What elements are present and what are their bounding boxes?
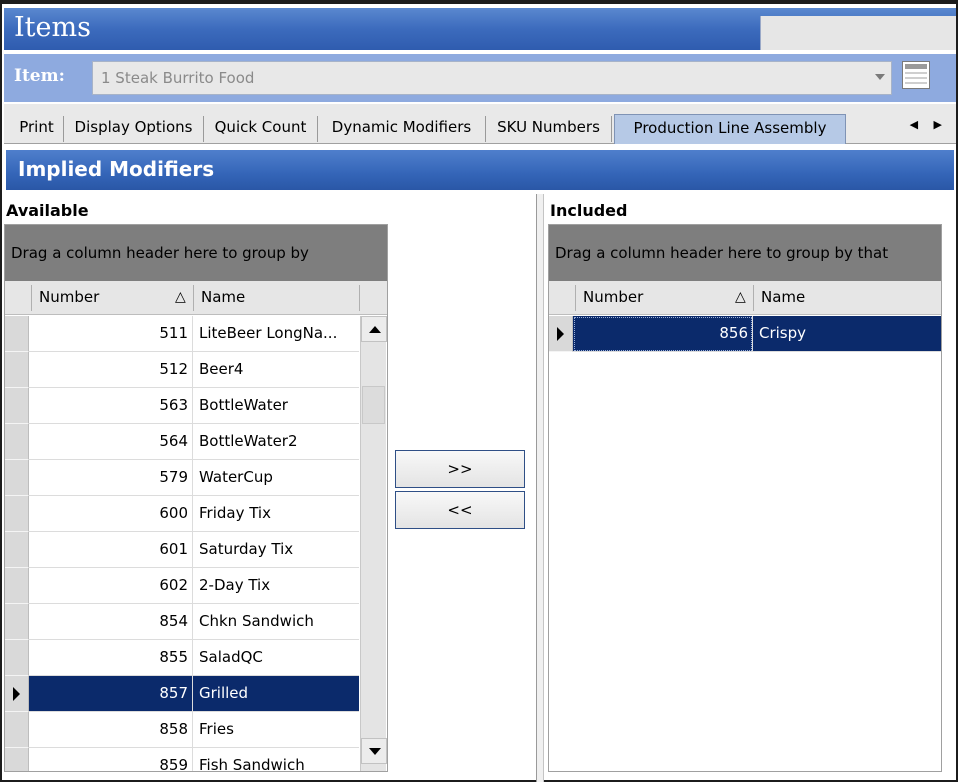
current-row-icon (557, 327, 564, 341)
row-selector[interactable] (5, 388, 29, 424)
item-selector-row: Item: 1 Steak Burrito Food (4, 54, 956, 102)
title-bar: Items (4, 8, 956, 50)
column-separator (575, 285, 576, 311)
tab-strip: Print Display Options Quick Count Dynami… (4, 104, 956, 144)
row-name: Fries (193, 712, 359, 748)
included-label: Included (550, 201, 628, 220)
tab-production-line-assembly[interactable]: Production Line Assembly (614, 114, 846, 144)
column-header-name[interactable]: Name (755, 281, 935, 315)
column-separator (193, 285, 194, 311)
sort-ascending-icon: △ (735, 289, 746, 305)
tab-display-options[interactable]: Display Options (64, 116, 204, 142)
tab-print[interactable]: Print (10, 116, 64, 142)
arrow-down-icon (369, 748, 381, 755)
current-row-icon (13, 687, 20, 701)
row-number: 563 (29, 388, 193, 424)
row-number: 564 (29, 424, 193, 460)
row-name: Crispy (753, 316, 941, 352)
row-name: BottleWater2 (193, 424, 359, 460)
tab-quick-count[interactable]: Quick Count (204, 116, 318, 142)
chevron-down-icon[interactable] (875, 74, 885, 80)
row-name: Fish Sandwich (193, 748, 359, 771)
row-selector[interactable] (5, 604, 29, 640)
section-title: Implied Modifiers (18, 157, 215, 181)
row-name: 2-Day Tix (193, 568, 359, 604)
tab-scroll-arrows-icon[interactable]: ◀ ▶ (910, 118, 948, 131)
row-name: Saturday Tix (193, 532, 359, 568)
row-number: 602 (29, 568, 193, 604)
row-selector[interactable] (5, 316, 29, 352)
group-by-area[interactable]: Drag a column header here to group by (5, 225, 387, 281)
row-number: 601 (29, 532, 193, 568)
row-number: 600 (29, 496, 193, 532)
group-by-area[interactable]: Drag a column header here to group by th… (549, 225, 941, 281)
row-name: Friday Tix (193, 496, 359, 532)
row-name: BottleWater (193, 388, 359, 424)
row-number: 855 (29, 640, 193, 676)
column-header-number[interactable]: Number (33, 281, 193, 315)
row-selector[interactable] (549, 316, 573, 352)
column-header-name[interactable]: Name (195, 281, 355, 315)
window-title: Items (14, 12, 91, 43)
row-number: 859 (29, 748, 193, 771)
grid-header: Number △ Name (5, 281, 387, 315)
row-name: Chkn Sandwich (193, 604, 359, 640)
grid-view-icon[interactable] (902, 61, 930, 89)
row-selector[interactable] (5, 712, 29, 748)
column-separator (31, 285, 32, 311)
row-name: LiteBeer LongNa... (193, 316, 359, 352)
window-frame: Items Item: 1 Steak Burrito Food Print D… (0, 0, 958, 782)
sort-ascending-icon: △ (175, 289, 186, 305)
row-name: Beer4 (193, 352, 359, 388)
row-number: 854 (29, 604, 193, 640)
group-by-hint: Drag a column header here to group by (11, 244, 309, 262)
row-selector[interactable] (5, 748, 29, 771)
row-selector[interactable] (5, 676, 29, 712)
scroll-down-button[interactable] (361, 738, 387, 764)
item-combobox[interactable]: 1 Steak Burrito Food (92, 61, 892, 95)
section-header: Implied Modifiers (6, 150, 954, 190)
tab-dynamic-modifiers[interactable]: Dynamic Modifiers (318, 116, 486, 142)
item-label: Item: (14, 66, 65, 86)
row-number: 579 (29, 460, 193, 496)
column-separator (359, 285, 360, 311)
row-selector[interactable] (5, 568, 29, 604)
column-header-number[interactable]: Number (577, 281, 753, 315)
vertical-scrollbar[interactable] (360, 316, 387, 771)
row-number: 856 (573, 316, 753, 352)
available-grid: Drag a column header here to group by Nu… (4, 224, 388, 772)
title-bar-blank-area (760, 16, 956, 50)
row-selector[interactable] (5, 460, 29, 496)
row-name: SaladQC (193, 640, 359, 676)
row-number: 511 (29, 316, 193, 352)
panel-splitter[interactable] (536, 194, 544, 782)
scroll-up-button[interactable] (361, 316, 387, 342)
row-selector[interactable] (5, 352, 29, 388)
tab-sku-numbers[interactable]: SKU Numbers (486, 116, 612, 142)
row-name: WaterCup (193, 460, 359, 496)
group-by-hint: Drag a column header here to group by th… (555, 244, 889, 262)
row-selector[interactable] (5, 640, 29, 676)
row-selector[interactable] (5, 424, 29, 460)
row-name: Grilled (193, 676, 359, 712)
remove-button[interactable]: << (395, 491, 525, 529)
item-combobox-value: 1 Steak Burrito Food (101, 69, 255, 87)
arrow-up-icon (369, 326, 381, 333)
row-selector[interactable] (5, 532, 29, 568)
available-label: Available (6, 201, 89, 220)
grid-header: Number △ Name (549, 281, 941, 315)
row-number: 857 (29, 676, 193, 712)
add-button[interactable]: >> (395, 450, 525, 488)
row-number: 512 (29, 352, 193, 388)
scroll-thumb[interactable] (362, 386, 385, 424)
row-number: 858 (29, 712, 193, 748)
included-grid: Drag a column header here to group by th… (548, 224, 942, 772)
column-separator (753, 285, 754, 311)
row-selector[interactable] (5, 496, 29, 532)
